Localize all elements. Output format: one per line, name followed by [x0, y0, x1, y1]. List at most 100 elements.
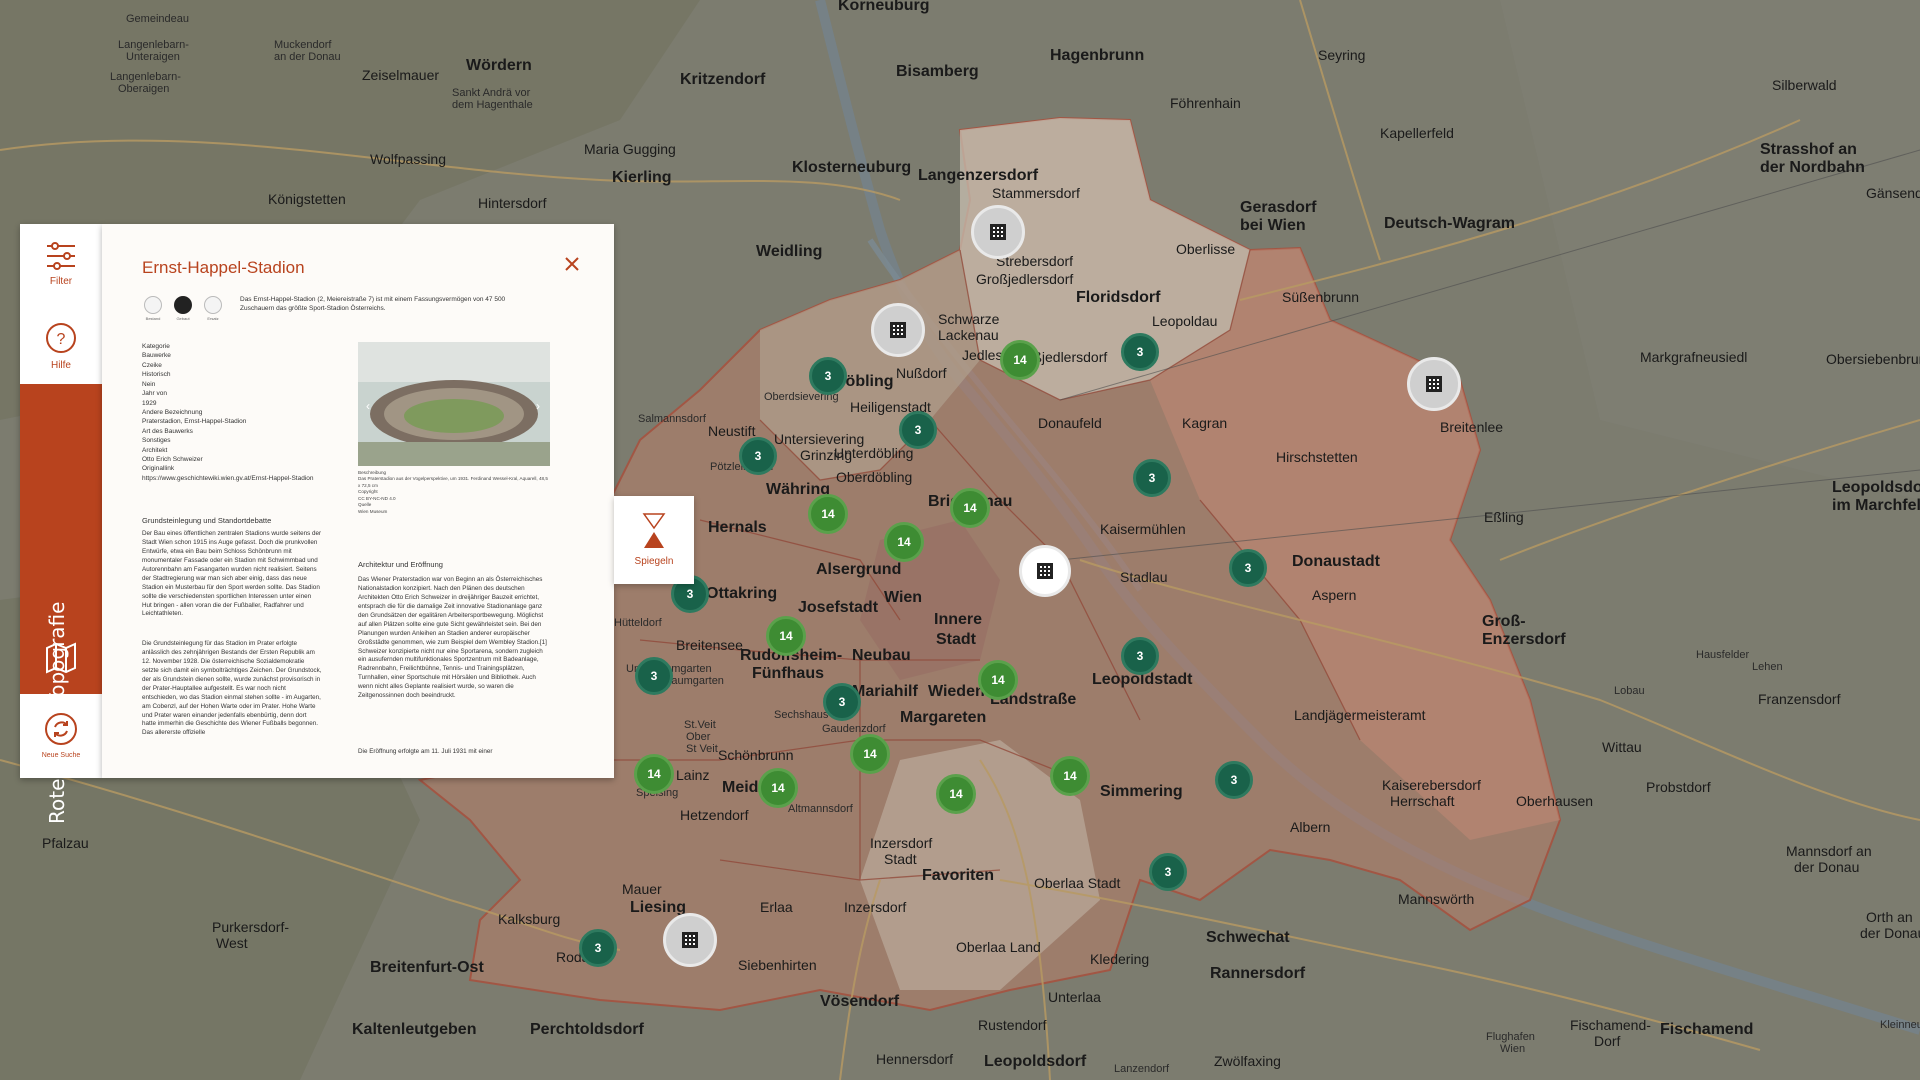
metadata-line: Originallink — [142, 465, 175, 473]
cluster-marker[interactable]: 3 — [739, 437, 777, 475]
map-place-label: Probstdorf — [1646, 779, 1711, 795]
map-place-label: Albern — [1290, 819, 1331, 835]
new-search-label: Neue Suche — [41, 752, 81, 759]
map-place-label: St.Veit — [684, 719, 716, 731]
map-place-label: Untersievering — [774, 431, 865, 447]
cluster-marker[interactable]: 3 — [809, 357, 847, 395]
map-place-label: Leopoldsdorf — [1832, 479, 1920, 496]
building-marker[interactable] — [1407, 357, 1461, 411]
mode-label: Bestand — [145, 316, 161, 321]
map-place-label: Lainz — [676, 767, 710, 783]
map-place-label: Kaiserebersdorf — [1382, 777, 1481, 793]
cluster-marker[interactable]: 3 — [1229, 549, 1267, 587]
map-place-label: Zwölfaxing — [1214, 1053, 1281, 1069]
map-place-label: Breitenlee — [1440, 419, 1504, 435]
metadata-line: Andere Bezeichnung — [142, 408, 203, 416]
map-place-label: Donaustadt — [1292, 553, 1380, 570]
help-button[interactable]: ? Hilfe — [20, 322, 102, 371]
map-place-label: St Veit — [686, 743, 718, 755]
map-place-label: Schwechat — [1206, 929, 1290, 946]
map-place-label: Josefstadt — [798, 599, 879, 616]
cluster-marker[interactable]: 14 — [950, 488, 990, 528]
map-place-label: Fischamend- — [1570, 1017, 1651, 1033]
cluster-marker[interactable]: 14 — [1050, 756, 1090, 796]
metadata-line[interactable]: https://www.geschichtewiki.wien.gv.at/Er… — [142, 474, 322, 483]
cluster-marker[interactable]: 3 — [1121, 333, 1159, 371]
map-place-label: Muckendorf — [274, 39, 332, 51]
map-place-label: Enzersdorf — [1482, 631, 1566, 648]
map-place-label: an der Donau — [274, 51, 341, 63]
cluster-marker[interactable]: 14 — [850, 734, 890, 774]
mirror-button[interactable]: Spiegeln — [614, 496, 694, 584]
cluster-marker[interactable]: 14 — [936, 774, 976, 814]
map-place-label: Liesing — [630, 899, 687, 916]
section-text: Die Eröffnung erfolgte am 11. Juli 1931 … — [358, 748, 493, 755]
stadium-photo[interactable]: ‹ › — [358, 342, 550, 466]
close-icon[interactable] — [562, 254, 582, 274]
metadata-line: Kategorie — [142, 343, 170, 350]
building-icon — [890, 322, 906, 338]
map-place-label: Dorf — [1594, 1033, 1621, 1049]
map-place-label: Simmering — [1100, 783, 1183, 800]
map-place-label: Kapellerfeld — [1380, 125, 1454, 141]
cluster-marker[interactable]: 14 — [978, 660, 1018, 700]
map-place-label: Gaudenzdorf — [822, 723, 886, 735]
section-text: Die Grundsteinlegung für das Stadion im … — [142, 640, 322, 737]
new-search-button[interactable]: Neue Suche — [20, 712, 102, 759]
map-place-label: Oberhausen — [1516, 793, 1594, 809]
map-place-label: Kleinneusiedl — [1880, 1019, 1920, 1031]
building-marker[interactable] — [971, 205, 1025, 259]
cluster-marker[interactable]: 3 — [1133, 459, 1171, 497]
map-place-label: Landjägermeisteramt — [1294, 707, 1426, 723]
question-icon: ? — [46, 323, 76, 353]
cluster-marker[interactable]: 14 — [884, 522, 924, 562]
metadata-line: Bauwerke — [142, 352, 171, 360]
sliders-icon — [47, 242, 75, 270]
map-place-label: Wördern — [466, 57, 532, 74]
building-icon — [1037, 563, 1053, 579]
map-place-label: Baumgarten — [664, 675, 724, 687]
cluster-marker[interactable]: 14 — [1000, 340, 1040, 380]
cluster-marker[interactable]: 14 — [758, 768, 798, 808]
map-place-label: Sechshaus — [774, 709, 829, 721]
mode-bestand-button[interactable]: Bestand — [142, 296, 164, 321]
cluster-marker[interactable]: 3 — [899, 411, 937, 449]
map-place-label: Neustift — [708, 423, 756, 439]
map-place-label: Oberaigen — [118, 83, 170, 95]
cluster-marker[interactable]: 3 — [635, 657, 673, 695]
map-place-label: Fischamend — [1660, 1021, 1754, 1038]
map-place-label: Oberlaa Land — [956, 939, 1041, 955]
filter-button[interactable]: Filter — [20, 242, 102, 287]
map-place-label: Kritzendorf — [680, 71, 766, 88]
cluster-marker[interactable]: 3 — [1121, 637, 1159, 675]
section-text: Das Wiener Praterstadion war von Beginn … — [358, 576, 547, 700]
map-place-label: Grinzing — [800, 447, 853, 463]
map-place-label: Purkersdorf- — [212, 919, 290, 935]
cluster-marker[interactable]: 3 — [1149, 853, 1187, 891]
metadata-line: Nein — [142, 380, 156, 388]
building-marker[interactable] — [663, 913, 717, 967]
map-place-label: Eßling — [1484, 509, 1524, 525]
cluster-marker[interactable]: 3 — [823, 683, 861, 721]
map-place-label: Obersiebenbrunn — [1826, 351, 1920, 367]
map-place-label: Langenlebarn- — [110, 71, 181, 83]
mode-ersatz-button[interactable]: Ersatz — [202, 296, 224, 321]
map-place-label: Breitenfurt-Ost — [370, 959, 484, 976]
map-place-label: Hennersdorf — [876, 1051, 954, 1067]
cluster-marker[interactable]: 3 — [579, 929, 617, 967]
map-place-label: Pfalzau — [42, 835, 89, 851]
cluster-marker[interactable]: 14 — [766, 616, 806, 656]
building-marker-selected[interactable] — [1019, 545, 1071, 597]
stadium-illustration: ‹ › — [358, 342, 550, 466]
map-place-label: Wolfpassing — [370, 151, 447, 167]
cluster-marker[interactable]: 14 — [634, 754, 674, 794]
panel-title: Ernst-Happel-Stadion — [142, 258, 305, 277]
map-place-label: Alsergrund — [816, 561, 902, 578]
cluster-marker[interactable]: 14 — [808, 494, 848, 534]
map-place-label: Rannersdorf — [1210, 965, 1306, 982]
mode-gebaut-button[interactable]: Gebaut — [172, 296, 194, 321]
building-marker[interactable] — [871, 303, 925, 357]
map-place-label: Hintersdorf — [478, 195, 547, 211]
map-place-label: Rustendorf — [978, 1017, 1047, 1033]
cluster-marker[interactable]: 3 — [1215, 761, 1253, 799]
